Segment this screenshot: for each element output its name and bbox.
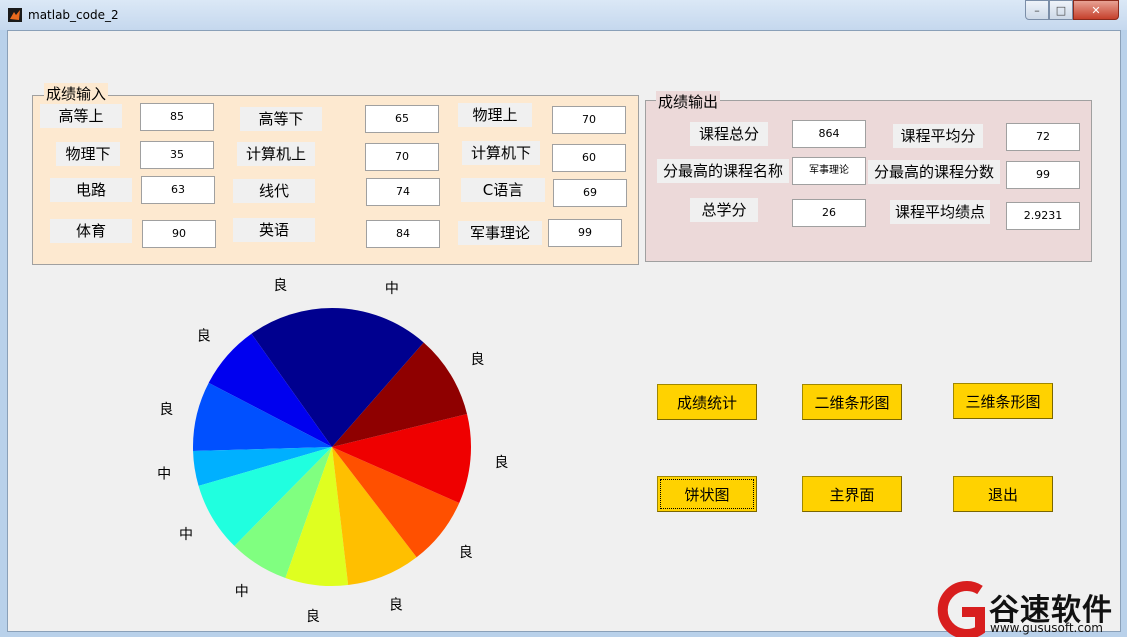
output-total-credits[interactable]: 26 bbox=[792, 199, 866, 227]
pie-chart: 良良良中中中良良良良良中 bbox=[157, 278, 508, 625]
pie-slice-label: 中 bbox=[179, 527, 193, 543]
pie-slice-label: 中 bbox=[385, 281, 399, 297]
pie-slice-label: 中 bbox=[235, 584, 249, 600]
output-average-score[interactable]: 72 bbox=[1006, 123, 1080, 151]
maximize-button[interactable]: □ bbox=[1049, 0, 1073, 20]
input-physics-1[interactable]: 70 bbox=[552, 106, 626, 134]
label-average-score: 课程平均分 bbox=[893, 124, 983, 148]
label-top-course-name: 分最高的课程名称 bbox=[657, 159, 789, 183]
exit-button[interactable]: 退出 bbox=[953, 476, 1053, 512]
label-average-gpa: 课程平均绩点 bbox=[890, 200, 990, 224]
main-screen-button[interactable]: 主界面 bbox=[802, 476, 902, 512]
watermark-url: www.gususoft.com bbox=[990, 621, 1103, 635]
pie-slice-label: 良 bbox=[470, 352, 484, 368]
pie-chart-button[interactable]: 饼状图 bbox=[657, 476, 757, 512]
score-output-title: 成绩输出 bbox=[656, 91, 721, 112]
output-total-score[interactable]: 864 bbox=[792, 120, 866, 148]
label-total-credits: 总学分 bbox=[690, 198, 758, 222]
input-c-language[interactable]: 69 bbox=[553, 179, 627, 207]
minimize-button[interactable]: – bbox=[1025, 0, 1049, 20]
label-top-course-score: 分最高的课程分数 bbox=[868, 160, 1000, 184]
bar-chart-3d-button[interactable]: 三维条形图 bbox=[953, 383, 1053, 419]
pie-slice-label: 良 bbox=[273, 278, 287, 294]
label-total-score: 课程总分 bbox=[690, 122, 768, 146]
input-computer-2[interactable]: 60 bbox=[552, 144, 626, 172]
pie-slice-label: 良 bbox=[197, 328, 211, 344]
output-top-course-name[interactable]: 军事理论 bbox=[792, 157, 866, 185]
pie-slice-label: 良 bbox=[459, 545, 473, 561]
pie-slice-label: 良 bbox=[389, 598, 403, 614]
pie-slice-label: 中 bbox=[157, 466, 171, 482]
close-button[interactable]: ✕ bbox=[1073, 0, 1119, 20]
bar-chart-2d-button[interactable]: 二维条形图 bbox=[802, 384, 902, 420]
score-stats-button[interactable]: 成绩统计 bbox=[657, 384, 757, 420]
output-average-gpa[interactable]: 2.9231 bbox=[1006, 202, 1080, 230]
pie-slice-label: 良 bbox=[306, 609, 320, 625]
pie-slice-label: 良 bbox=[159, 402, 173, 418]
pie-slice-label: 良 bbox=[494, 455, 508, 471]
output-top-course-score[interactable]: 99 bbox=[1006, 161, 1080, 189]
